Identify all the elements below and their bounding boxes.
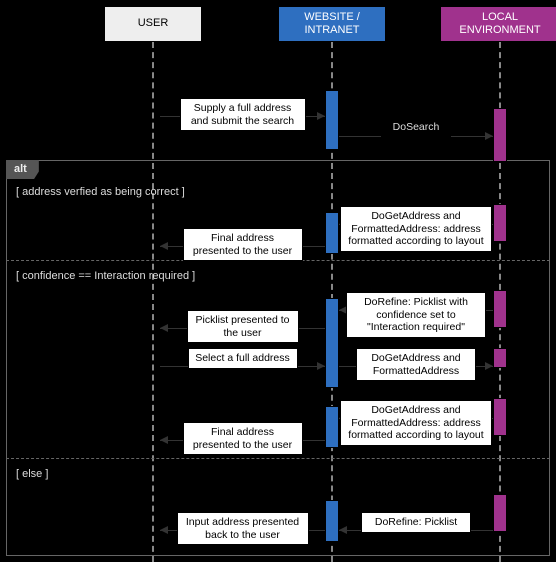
message-m6: Picklist presented to the user bbox=[187, 310, 299, 343]
message-m1: Supply a full address and submit the sea… bbox=[180, 98, 306, 131]
sequence-diagram: USER WEBSITE / INTRANET LOCAL ENVIRONMENT a… bbox=[0, 0, 556, 559]
alt-divider-1 bbox=[6, 458, 550, 459]
message-m8: DoGetAddress and FormattedAddress bbox=[356, 348, 476, 381]
message-m2: DoSearch bbox=[381, 118, 451, 137]
alt-label: alt bbox=[6, 160, 39, 179]
alt-guard-1: [ confidence == Interaction required ] bbox=[16, 270, 195, 283]
participant-website: WEBSITE / INTRANET bbox=[278, 6, 386, 42]
activation-2 bbox=[325, 212, 339, 254]
participant-local: LOCAL ENVIRONMENT bbox=[440, 6, 556, 42]
message-m9: DoGetAddress and FormattedAddress: addre… bbox=[340, 400, 492, 446]
activation-1 bbox=[493, 108, 507, 162]
alt-guard-0: [ address verfied as being correct ] bbox=[16, 186, 185, 199]
alt-guard-2: [ else ] bbox=[16, 468, 48, 481]
message-m11: DoRefine: Picklist bbox=[361, 512, 471, 533]
message-m7: Select a full address bbox=[188, 348, 298, 369]
message-m12: Input address presented back to the user bbox=[177, 512, 309, 545]
activation-6 bbox=[493, 348, 507, 368]
activation-8 bbox=[493, 398, 507, 436]
activation-9 bbox=[325, 500, 339, 542]
activation-5 bbox=[493, 290, 507, 328]
message-m5: DoRefine: Picklist with confidence set t… bbox=[346, 292, 486, 338]
activation-10 bbox=[493, 494, 507, 532]
message-m4: Final address presented to the user bbox=[183, 228, 303, 261]
participant-user: USER bbox=[104, 6, 202, 42]
activation-3 bbox=[493, 204, 507, 242]
activation-7 bbox=[325, 406, 339, 448]
activation-4 bbox=[325, 298, 339, 388]
activation-0 bbox=[325, 90, 339, 150]
message-m10: Final address presented to the user bbox=[183, 422, 303, 455]
message-m3: DoGetAddress and FormattedAddress: addre… bbox=[340, 206, 492, 252]
